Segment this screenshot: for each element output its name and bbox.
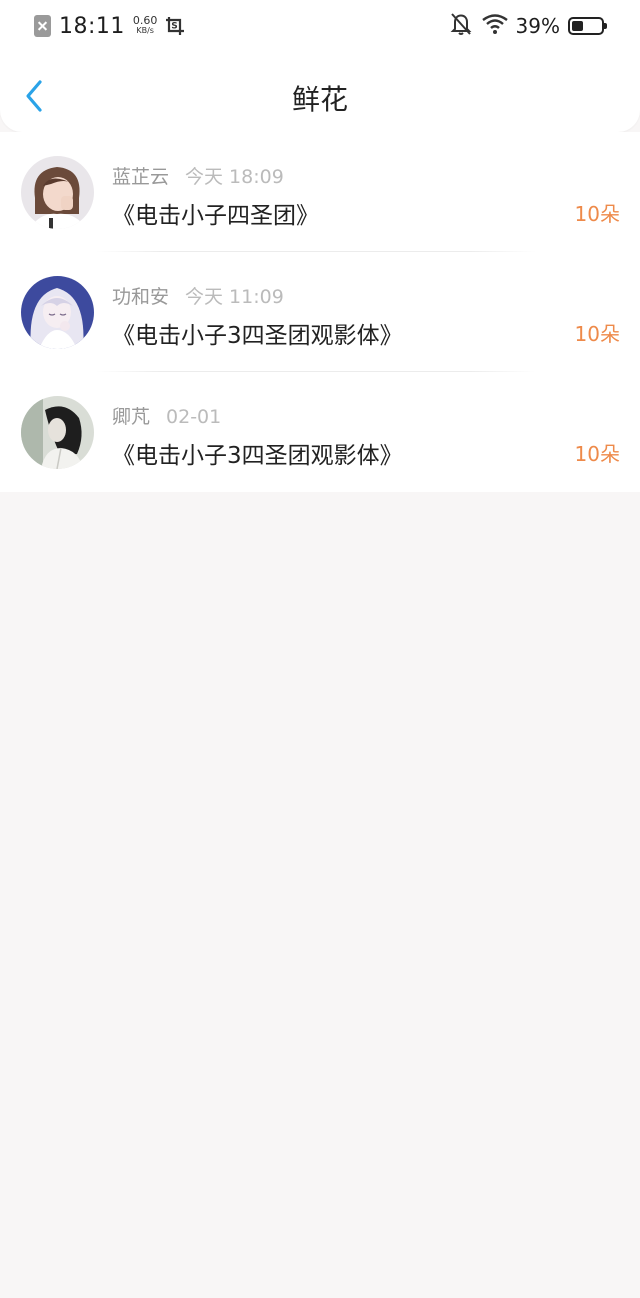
bell-off-icon (450, 12, 472, 40)
sender-name: 卿芃 (112, 406, 151, 428)
top-bar: 18:11 0.60 KB/s S 39% 鲜花 (0, 0, 640, 132)
network-speed-value: 0.60 (132, 14, 158, 27)
battery-icon (568, 17, 607, 35)
sender-meta: 卿芃 02-01 (112, 402, 221, 429)
avatar[interactable] (21, 396, 94, 469)
sender-name: 蓝芷云 (112, 166, 170, 188)
status-time: 18:11 (59, 13, 125, 39)
flower-count: 10朵 (574, 442, 620, 466)
flower-list: 蓝芷云 今天 18:09 《电击小子四圣团》 10朵 功和安 今天 11:09 《电… (0, 132, 640, 492)
svg-text:S: S (172, 22, 178, 32)
avatar[interactable] (21, 156, 94, 229)
work-title: 《电击小子四圣团》 (112, 203, 319, 229)
nav-bar: 鲜花 (0, 60, 640, 132)
work-title: 《电击小子3四圣团观影体》 (112, 443, 403, 469)
sender-meta: 功和安 今天 11:09 (112, 282, 284, 309)
avatar[interactable] (21, 276, 94, 349)
sent-time: 02-01 (166, 406, 222, 428)
sent-time: 今天 11:09 (185, 286, 284, 308)
battery-percent: 39% (515, 14, 560, 38)
no-sim-icon (34, 15, 51, 37)
work-title: 《电击小子3四圣团观影体》 (112, 323, 403, 349)
network-speed-unit: KB/s (136, 26, 154, 35)
list-item[interactable]: 蓝芷云 今天 18:09 《电击小子四圣团》 10朵 (0, 132, 640, 252)
network-speed: 0.60 KB/s (132, 14, 158, 36)
page-title: 鲜花 (291, 83, 348, 116)
list-item[interactable]: 功和安 今天 11:09 《电击小子3四圣团观影体》 10朵 (0, 252, 640, 372)
status-bar: 18:11 0.60 KB/s S 39% (0, 0, 640, 52)
sent-time: 今天 18:09 (185, 166, 284, 188)
wifi-icon (481, 14, 508, 38)
flower-count: 10朵 (574, 202, 620, 226)
sender-meta: 蓝芷云 今天 18:09 (112, 162, 284, 189)
sender-name: 功和安 (112, 286, 170, 308)
screenshot-icon: S (165, 16, 185, 36)
list-item[interactable]: 卿芃 02-01 《电击小子3四圣团观影体》 10朵 (0, 372, 640, 492)
status-right: 39% (450, 12, 607, 40)
battery-level (572, 21, 583, 31)
flower-count: 10朵 (574, 322, 620, 346)
status-left: 18:11 0.60 KB/s S (34, 12, 185, 40)
